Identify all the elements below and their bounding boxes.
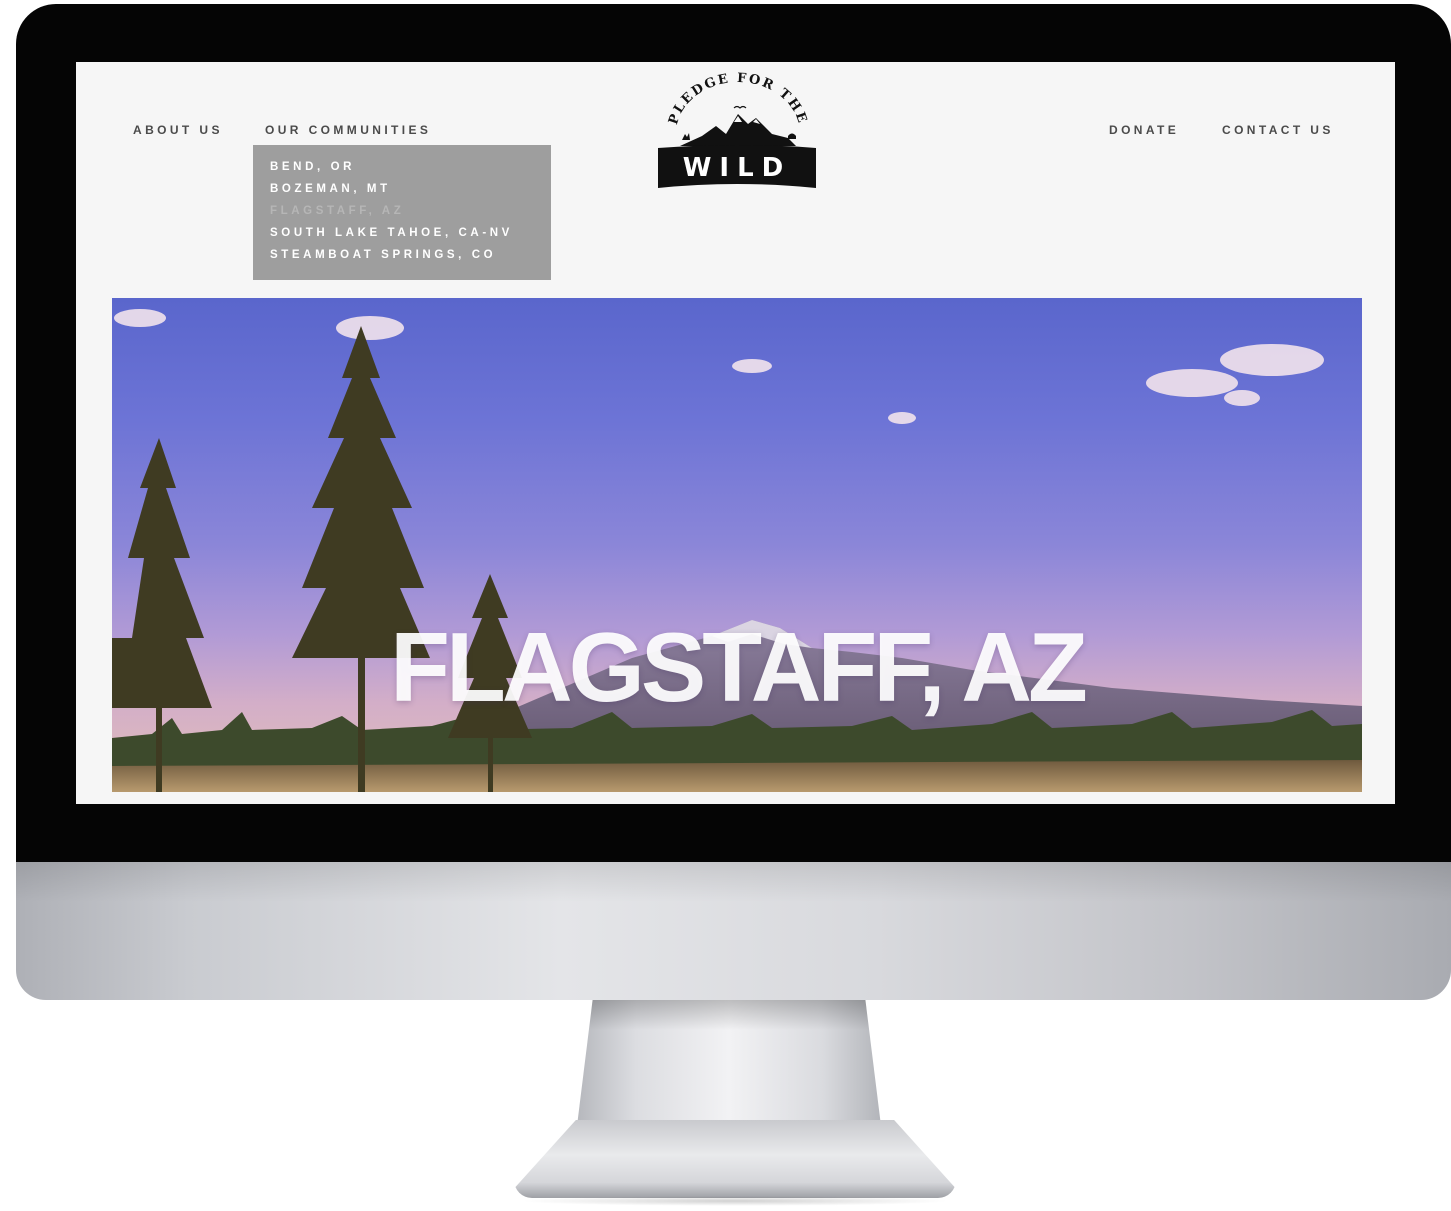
nav-about-us[interactable]: ABOUT US [133,123,223,137]
hero-title: FLAGSTAFF, AZ [390,612,1088,722]
dropdown-item-steamboat-springs[interactable]: STEAMBOAT SPRINGS, CO [270,247,551,269]
communities-dropdown: BEND, OR BOZEMAN, MT FLAGSTAFF, AZ SOUTH… [253,145,551,280]
bird-icon [733,105,747,109]
dropdown-item-flagstaff[interactable]: FLAGSTAFF, AZ [270,203,551,225]
dropdown-item-bozeman[interactable]: BOZEMAN, MT [270,181,551,203]
logo-badge-text: WILD [683,153,792,183]
monitor-chin [16,862,1451,1000]
pledge-for-the-wild-logo[interactable]: PLEDGE FOR THE WILD [654,71,820,192]
nav-contact-us[interactable]: CONTACT US [1222,123,1334,137]
monitor-stand-shadow [520,1196,950,1206]
website-screen: ABOUT US OUR COMMUNITIES DONATE CONTACT … [76,62,1395,804]
clouds [114,309,1324,424]
dropdown-item-bend[interactable]: BEND, OR [270,159,551,181]
dropdown-item-south-lake-tahoe[interactable]: SOUTH LAKE TAHOE, CA-NV [270,225,551,247]
nav-donate[interactable]: DONATE [1109,123,1179,137]
nav-our-communities[interactable]: OUR COMMUNITIES [265,123,431,137]
hero-image: FLAGSTAFF, AZ [112,298,1362,792]
bear-icon [788,133,796,139]
logo-graphic: PLEDGE FOR THE WILD [658,71,816,188]
deer-icon [682,133,690,140]
monitor-stand-foot [514,1120,956,1198]
pine-trees [112,326,532,792]
